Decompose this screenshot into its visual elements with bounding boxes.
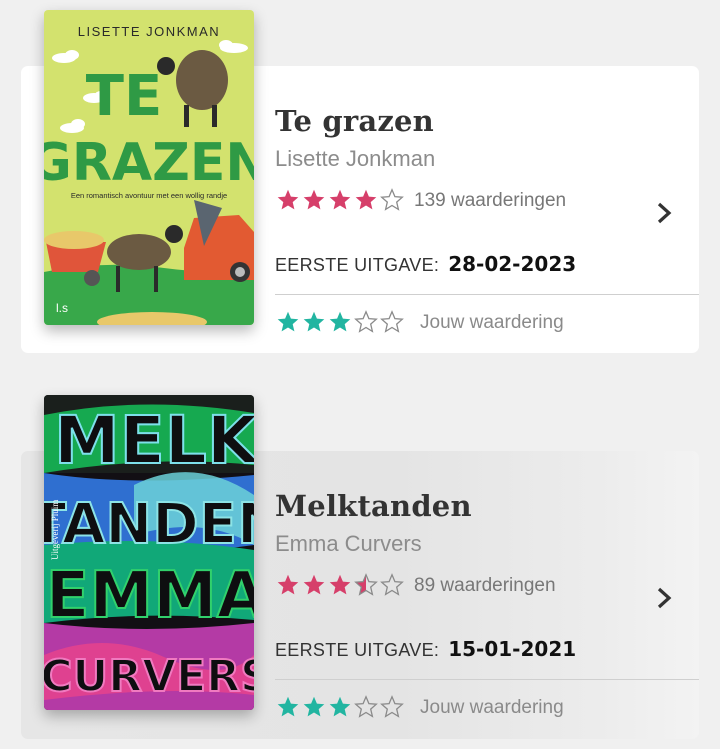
cover-line-3: EMMA: [46, 559, 254, 633]
star-empty-icon: [380, 573, 404, 596]
star-filled-icon[interactable]: [302, 695, 326, 719]
star-empty-icon[interactable]: [380, 310, 404, 334]
first-release: EERSTE UITGAVE: 15-01-2021: [275, 637, 576, 661]
divider: [275, 679, 699, 680]
cover-line-4: CURVERS: [44, 651, 254, 702]
star-empty-icon[interactable]: [354, 310, 378, 334]
my-rating-stars[interactable]: [276, 310, 404, 334]
star-filled-icon: [303, 574, 325, 595]
star-filled-icon: [329, 189, 351, 210]
star-filled-icon: [303, 189, 325, 210]
book-cover[interactable]: MELK TANDEN EMMA CURVERS Uitgeverij Plui…: [44, 395, 254, 710]
cover-author: LISETTE JONKMAN: [78, 24, 220, 39]
cover-line-1: MELK: [54, 402, 254, 479]
average-rating-stars: [276, 573, 404, 597]
cover-title-line-1: TE: [86, 64, 162, 129]
star-filled-icon[interactable]: [276, 310, 300, 334]
cover-title-line-2: GRAZEN: [44, 133, 254, 193]
book-cover[interactable]: LISETTE JONKMAN TE GRAZEN Een romantisch…: [44, 10, 254, 325]
star-empty-icon: [380, 188, 404, 211]
cover-subtitle: Een romantisch avontuur met een wollig r…: [71, 191, 227, 200]
star-filled-icon: [355, 189, 377, 210]
first-release-label: EERSTE UITGAVE:: [275, 255, 440, 275]
cover-line-2: TANDEN: [44, 492, 254, 557]
star-half-icon: [354, 573, 378, 596]
ratings-count: 139 waarderingen: [414, 190, 567, 211]
first-release-date: 15-01-2021: [448, 637, 577, 661]
star-empty-icon[interactable]: [380, 695, 404, 719]
star-filled-icon[interactable]: [328, 310, 352, 334]
publisher-logo: l.s: [56, 301, 68, 315]
star-filled-icon: [329, 574, 351, 595]
chevron-right-icon[interactable]: [654, 201, 676, 225]
book-title[interactable]: Te grazen: [275, 104, 434, 138]
book-title[interactable]: Melktanden: [275, 489, 472, 523]
first-release: EERSTE UITGAVE: 28-02-2023: [275, 252, 576, 276]
my-rating-label[interactable]: Jouw waardering: [420, 697, 564, 719]
star-filled-icon[interactable]: [328, 695, 352, 719]
chevron-right-icon[interactable]: [654, 586, 676, 610]
first-release-label: EERSTE UITGAVE:: [275, 640, 440, 660]
star-filled-icon: [277, 574, 299, 595]
book-author[interactable]: Emma Curvers: [275, 531, 422, 557]
average-rating-stars: [276, 188, 404, 212]
first-release-date: 28-02-2023: [448, 252, 577, 276]
divider: [275, 294, 699, 295]
star-filled-icon[interactable]: [276, 695, 300, 719]
my-rating-stars[interactable]: [276, 695, 404, 719]
my-rating-label[interactable]: Jouw waardering: [420, 312, 564, 334]
star-empty-icon[interactable]: [354, 695, 378, 719]
book-author[interactable]: Lisette Jonkman: [275, 146, 435, 172]
star-filled-icon[interactable]: [302, 310, 326, 334]
publisher-logo: Uitgeverij Pluim: [50, 500, 60, 560]
ratings-count: 89 waarderingen: [414, 575, 556, 596]
star-filled-icon: [277, 189, 299, 210]
